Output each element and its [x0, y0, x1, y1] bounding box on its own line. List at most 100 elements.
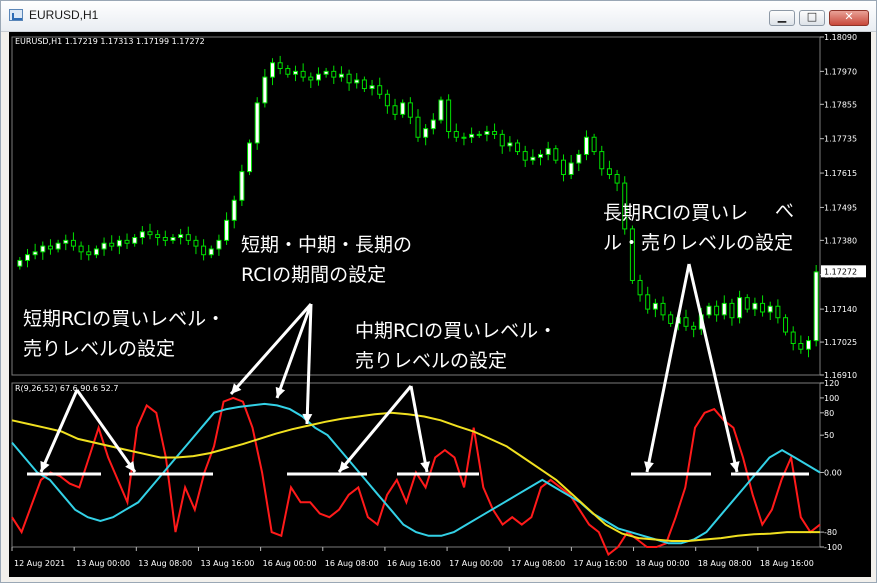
candle-body	[262, 76, 268, 104]
window-titlebar[interactable]: EURUSD,H1 ▁ □ ✕	[1, 1, 876, 32]
candle-body	[109, 242, 115, 247]
candle-body	[308, 76, 314, 81]
time-tick-label: 16 Aug 00:00	[263, 559, 317, 568]
chart-canvas[interactable]: 1.18090 1.17970 1.17855 1.17735 1.17615 1.174…	[9, 32, 871, 577]
indicator-axis: 120 100 80 50 0.00 -80 -100	[820, 379, 842, 552]
annotation-short-rci: 短期RCIの買いレベル・ 売りレベルの設定	[23, 304, 225, 364]
candle-body	[377, 85, 383, 95]
time-tick-label: 13 Aug 08:00	[138, 559, 192, 568]
indicator-header: R(9,26,52) 67.6 90.6 52.7	[15, 384, 118, 393]
candle-body	[407, 102, 413, 118]
candle-body	[354, 79, 360, 84]
price-tick-label: 1.17735	[824, 135, 857, 144]
candle-body	[683, 317, 689, 327]
candle-body	[47, 245, 53, 250]
annotation-long-rci-line2: ル・売りレベルの設定	[603, 232, 794, 254]
candle-body	[530, 156, 536, 161]
candle-body	[224, 219, 230, 241]
candle-body	[560, 159, 566, 175]
indicator-tick-label: -80	[824, 528, 837, 537]
candle-body	[714, 305, 720, 316]
candle-body	[247, 142, 253, 173]
candle-body	[178, 234, 184, 239]
candle-body	[162, 237, 168, 241]
candle-body	[760, 302, 766, 313]
time-tick-label: 16 Aug 16:00	[387, 559, 441, 568]
candle-body	[40, 245, 46, 253]
candle-body	[737, 297, 743, 319]
candle-body	[706, 305, 712, 316]
indicator-tick-label: 100	[824, 394, 839, 403]
candle-body	[461, 136, 467, 139]
candle-body	[292, 70, 298, 75]
candle-body	[446, 99, 452, 133]
candle-body	[752, 302, 758, 310]
price-tick-label: 1.18090	[824, 33, 857, 42]
candle-body	[270, 62, 276, 78]
candle-body	[553, 148, 559, 161]
candle-body	[93, 248, 99, 256]
candle-body	[331, 70, 337, 78]
time-tick-label: 18 Aug 16:00	[760, 559, 814, 568]
annotation-periods-line1: 短期・中期・長期の	[241, 234, 413, 256]
candle-body	[568, 162, 574, 175]
symbol-header: EURUSD,H1 1.17219 1.17313 1.17199 1.1727…	[15, 37, 205, 46]
annotation-arrowhead	[420, 461, 431, 472]
annotation-arrow	[645, 263, 691, 473]
candle-body	[545, 148, 551, 155]
candle-body	[124, 239, 130, 244]
candle-body	[24, 254, 30, 261]
candle-body	[346, 73, 352, 84]
candle-body	[637, 279, 643, 296]
candle-body	[361, 79, 367, 90]
candle-body	[315, 73, 321, 81]
maximize-button[interactable]: □	[799, 10, 825, 26]
candle-body	[147, 231, 153, 236]
candle-body	[576, 153, 582, 164]
mt4-chart-window: EURUSD,H1 ▁ □ ✕ 1.18090 1.17970 1.17855 1.1…	[0, 0, 877, 583]
annotation-mid-rci-line1: 中期RCIの買いレベル・	[355, 320, 558, 342]
candle-body	[170, 237, 176, 241]
annotation-short-rci-line1: 短期RCIの買いレベル・	[23, 308, 226, 330]
annotation-arrow	[75, 389, 137, 473]
price-tick-label: 1.17495	[824, 203, 857, 212]
time-tick-label: 12 Aug 2021	[14, 559, 65, 568]
candle-body	[116, 239, 122, 247]
price-tick-label: 1.17855	[824, 100, 857, 109]
candle-body	[201, 245, 207, 256]
candle-body	[522, 151, 528, 161]
indicator-tick-label: -100	[824, 543, 842, 552]
candle-body	[806, 340, 812, 350]
candle-body	[55, 242, 61, 250]
candle-body	[668, 314, 674, 324]
candle-body	[86, 251, 92, 256]
time-tick-label: 13 Aug 00:00	[76, 559, 130, 568]
candle-body	[400, 102, 406, 115]
time-tick-label: 13 Aug 16:00	[200, 559, 254, 568]
annotation-arrow	[229, 303, 313, 395]
candle-body	[216, 239, 222, 250]
candle-body	[606, 168, 612, 175]
close-button[interactable]: ✕	[829, 10, 869, 26]
annotation-arrowhead	[644, 461, 654, 472]
candle-body	[369, 85, 375, 90]
candle-body	[338, 73, 344, 78]
candle-body	[254, 102, 260, 144]
candle-body	[660, 302, 666, 316]
candle-body	[538, 153, 544, 158]
candle-body	[721, 302, 727, 316]
indicator-tick-label: 0.00	[824, 468, 842, 477]
minimize-button[interactable]: ▁	[769, 10, 795, 26]
time-axis: 12 Aug 2021 13 Aug 00:00 13 Aug 08:00 13 Au…	[11, 547, 814, 568]
candle-body	[614, 173, 620, 184]
window-title: EURUSD,H1	[29, 8, 99, 22]
candle-body	[193, 239, 199, 247]
candle-body	[469, 133, 475, 138]
time-tick-label: 18 Aug 00:00	[636, 559, 690, 568]
annotation-long-rci-superscript: べ	[775, 200, 795, 222]
candle-body	[323, 70, 329, 75]
time-tick-label: 17 Aug 08:00	[511, 559, 565, 568]
annotation-arrow	[687, 263, 739, 473]
annotation-arrow	[39, 389, 79, 473]
candle-body	[300, 70, 306, 78]
